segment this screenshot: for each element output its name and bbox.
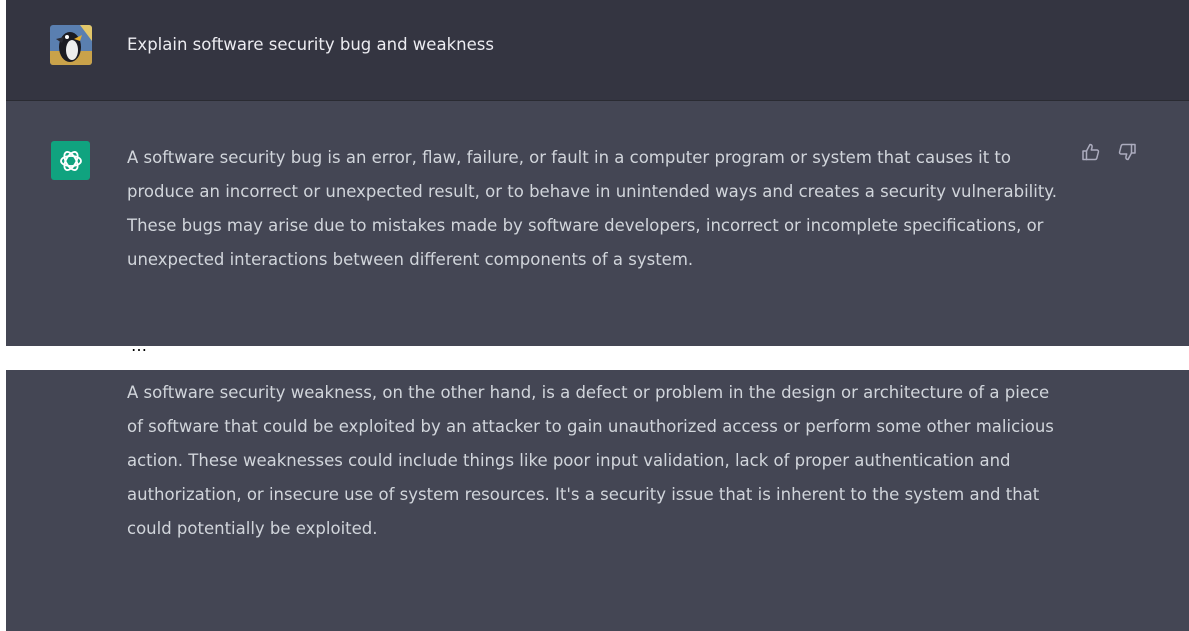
user-avatar-penguin	[50, 25, 92, 65]
user-message-row: Explain software security bug and weakne…	[6, 0, 1189, 101]
assistant-avatar	[51, 141, 90, 180]
assistant-message-row: A software security bug is an error, fla…	[6, 101, 1189, 346]
user-avatar	[50, 25, 92, 65]
openai-logo-icon	[59, 150, 82, 171]
user-message-text: Explain software security bug and weakne…	[127, 35, 494, 54]
assistant-paragraph-1: A software security bug is an error, fla…	[127, 148, 1057, 269]
assistant-message-continuation: A software security weakness, on the oth…	[6, 370, 1189, 631]
thumbs-down-button[interactable]	[1116, 141, 1138, 163]
feedback-buttons	[1080, 141, 1138, 163]
assistant-paragraph-2: A software security weakness, on the oth…	[127, 383, 1054, 538]
thumbs-down-icon	[1118, 143, 1136, 161]
thumbs-up-button[interactable]	[1080, 141, 1102, 163]
thumbs-up-icon	[1082, 143, 1100, 161]
content-separator: …	[131, 336, 147, 355]
